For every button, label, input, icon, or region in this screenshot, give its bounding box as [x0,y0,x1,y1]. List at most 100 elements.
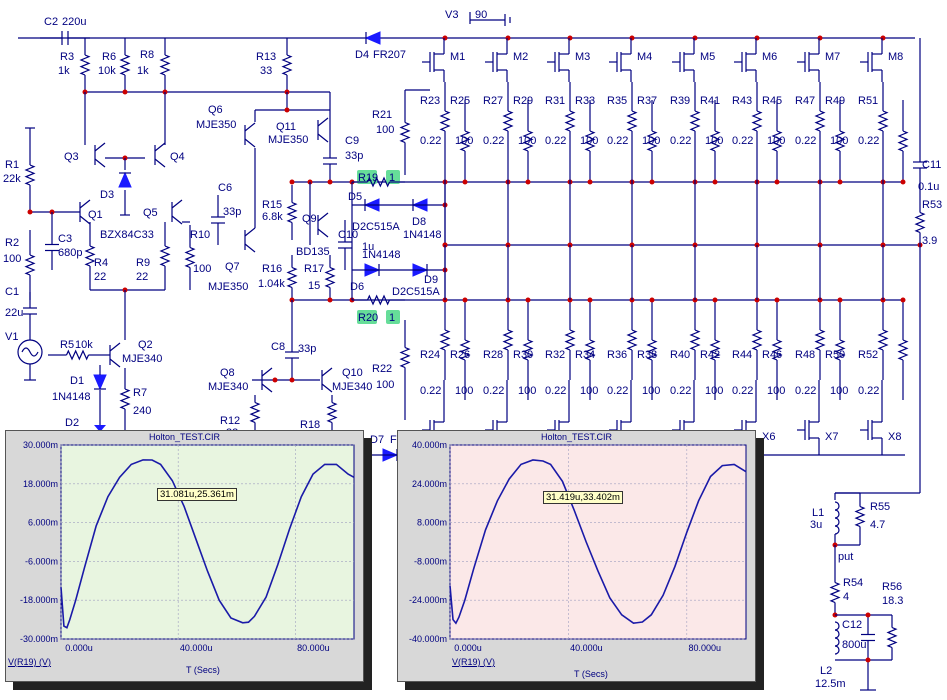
label-x8: X8 [888,431,901,443]
x-tick-label: 0.000u [65,643,93,653]
label-r2: R2 [5,237,19,249]
q5-transistor [171,199,183,209]
label-r22: R22 [372,363,392,375]
label-m8: M8 [888,51,903,63]
x-tick-label: 80.000u [297,643,330,653]
trace-label[interactable]: V(R19) (V) [452,657,495,667]
source-resistor [751,110,763,132]
label-r23: R23 [420,95,440,107]
junction-dot [754,35,760,41]
value-d9: D2C515A [392,286,440,298]
plot-area [60,444,355,640]
r12-resistor [249,401,261,424]
label-r8: R8 [140,49,154,61]
label-m7: M7 [825,51,840,63]
label-q11: Q11 [276,121,296,133]
label-r45: R45 [762,95,782,107]
value-r27: 0.22 [483,135,504,147]
label-r41: R41 [700,95,720,107]
y-tick-label: 40.000m [412,440,447,450]
waveform-plot: 40.000m 24.000m 8.000m -8.000m -24.000m -40.0… [409,440,747,653]
junction-dot [27,209,33,215]
y-tick-label: -40.000m [409,634,447,644]
value-r33: 100 [580,135,598,147]
value-r53: 3.9 [922,235,937,247]
label-q6: Q6 [208,104,223,116]
value-r29: 100 [518,135,536,147]
junction-dot [289,179,295,185]
y-tick-label: 18.000m [23,479,58,489]
label-x6: X6 [762,431,775,443]
label-r10: R10 [190,229,210,241]
value-r48: 0.22 [795,385,816,397]
value-r21: 100 [376,124,394,136]
r54-resistor [829,581,841,604]
q2-transistor [109,358,121,368]
label-r29: R29 [513,95,533,107]
junction-dot [122,89,128,95]
r56-resistor [886,626,898,649]
value-r40: 0.22 [670,385,691,397]
label-r17: R17 [304,263,324,275]
source-resistor [814,329,826,351]
source-resistor [626,110,638,132]
value-q6: MJE350 [196,119,236,131]
r22-resistor [399,346,411,369]
value-r26: 100 [455,385,473,397]
label-r55: R55 [870,501,890,513]
value-r6: 10k [98,65,116,77]
label-r13: R13 [256,51,276,63]
sine-icon [21,347,39,357]
value-c12: 800u [842,639,866,651]
trace-label[interactable]: V(R19) (V) [8,657,51,667]
label-m6: M6 [762,51,777,63]
value-c11: 0.1u [918,181,939,193]
label-m2: M2 [513,51,528,63]
x-tick-label: 40.000u [570,643,603,653]
l1-inductor [834,517,840,527]
label-d1: D1 [70,375,84,387]
label-m1: M1 [450,51,465,63]
label-c6: C6 [218,182,232,194]
label-r20: R20 [358,312,378,324]
junction-dot [525,297,531,303]
junction-dot [649,297,655,303]
value-c8: 33p [298,343,316,355]
label-r47: R47 [795,95,815,107]
junction-dot [327,179,333,185]
value-r54: 4 [843,591,849,603]
waveform-window-left[interactable]: Holton_TEST.CIR 30.000m 18.000m 6.000m -6.0… [5,430,364,682]
label-c3: C3 [58,233,72,245]
junction-dot [587,297,593,303]
label-r33: R33 [575,95,595,107]
r55-resistor [854,505,866,528]
r20-resistor [366,294,391,306]
label-c12: C12 [842,619,862,631]
label-r39: R39 [670,95,690,107]
label-r51: R51 [858,95,878,107]
l2-inductor [834,629,840,639]
value-l2: 12.5m [815,678,846,690]
x-tick-label: 80.000u [689,643,722,653]
label-q5: Q5 [143,207,158,219]
value-r17: 15 [308,280,320,292]
source-resistor [626,329,638,351]
label-r1: R1 [5,159,19,171]
label-r21: R21 [372,109,392,121]
waveform-window-right[interactable]: Holton_TEST.CIR 40.000m 24.000m 8.000m -8.0… [397,430,756,682]
label-q7: Q7 [225,261,240,273]
l2-inductor [834,645,840,655]
label-r27: R27 [483,95,503,107]
source-resistor [689,110,701,132]
value-q7: MJE350 [208,281,248,293]
value-r28: 0.22 [483,385,504,397]
value-c9: 33p [345,150,363,162]
y-tick-label: -18.000m [20,595,58,605]
label-d9: D9 [424,274,438,286]
junction-dot [525,179,531,185]
junction-dot [837,179,843,185]
value-r13: 33 [260,65,272,77]
value-r1: 22k [3,173,21,185]
d1-diode [93,374,107,391]
label-d2: D2 [65,417,79,429]
